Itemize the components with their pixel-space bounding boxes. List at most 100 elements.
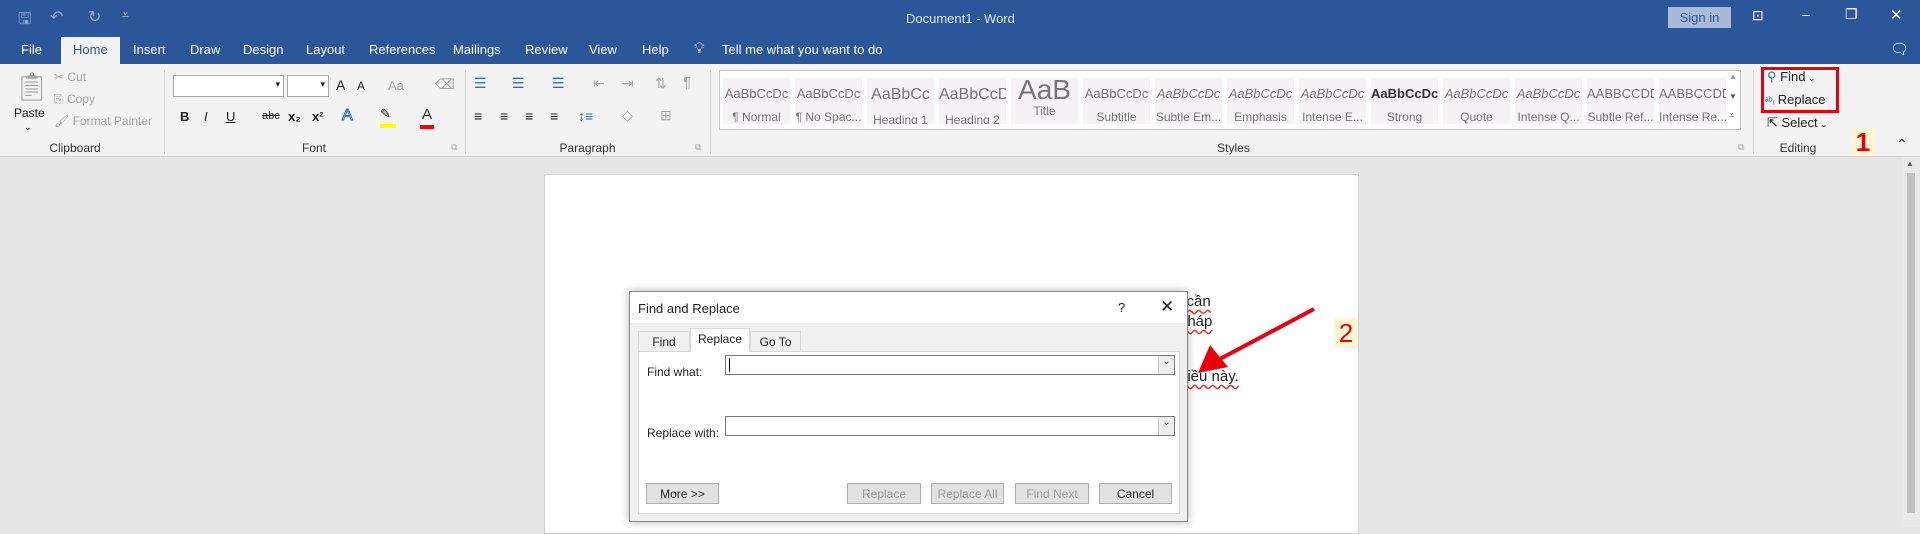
style-item[interactable]: AaBbCcDc Strong (1371, 78, 1438, 124)
font-color-button[interactable]: A (422, 106, 432, 123)
decrease-indent-icon[interactable]: ⇤ (593, 75, 605, 92)
save-icon[interactable]: 🖫 (18, 8, 32, 35)
styles-dialog-launcher-icon[interactable]: ⧉ (1738, 142, 1744, 153)
style-item[interactable]: AaBbCcDc Quote (1443, 78, 1510, 124)
tell-me-search[interactable]: Tell me what you want to do (722, 42, 882, 57)
style-item[interactable]: AaBbCcD Heading 2 (939, 78, 1006, 124)
minimize-icon[interactable]: – (1802, 6, 1810, 22)
cancel-button[interactable]: Cancel (1099, 483, 1172, 504)
grow-font-button[interactable]: A (336, 77, 345, 93)
font-name-combo[interactable]: ▾ (173, 75, 284, 97)
collapse-ribbon-icon[interactable]: ⌃ (1896, 136, 1908, 153)
style-item[interactable]: AaBbCcDc Intense E... (1299, 78, 1366, 124)
find-next-button[interactable]: Find Next (1015, 483, 1089, 504)
find-what-input[interactable]: ⌄ (725, 355, 1175, 375)
style-item[interactable]: AaBbCcDc ¶ No Spac... (795, 78, 862, 124)
style-item[interactable]: AABBCCDD Subtle Ref... (1587, 78, 1654, 124)
bold-button[interactable]: B (180, 109, 189, 124)
borders-icon[interactable]: ⊞ (660, 107, 672, 124)
shrink-font-button[interactable]: A (357, 79, 365, 93)
paste-icon[interactable]: 📋︎ (14, 70, 50, 103)
select-button[interactable]: ⇱ Select ⌄ (1767, 115, 1828, 131)
paragraph-dialog-launcher-icon[interactable]: ⧉ (695, 142, 701, 153)
replace-with-input[interactable]: ⌄ (725, 416, 1175, 436)
copy-button[interactable]: ⎘ Copy (54, 92, 95, 107)
increase-indent-icon[interactable]: ⇥ (622, 75, 634, 92)
tab-home[interactable]: Home (61, 37, 120, 64)
show-formatting-button[interactable]: ¶ (683, 74, 691, 91)
tab-find[interactable]: Find (638, 331, 690, 351)
help-button[interactable]: ? (1118, 300, 1125, 315)
multilevel-list-icon[interactable]: ☰ (552, 75, 565, 92)
align-center-icon[interactable]: ≡ (500, 108, 508, 124)
style-item[interactable]: AaBbCcDc ¶ Normal (723, 78, 790, 124)
superscript-button[interactable]: x² (312, 109, 324, 124)
replace-all-button[interactable]: Replace All (931, 483, 1004, 504)
clear-formatting-icon[interactable]: ⌫ (435, 76, 455, 93)
italic-button[interactable]: I (204, 109, 208, 124)
cut-button[interactable]: ✂ Cut (54, 70, 86, 84)
vertical-scrollbar[interactable]: ▲ (1902, 157, 1920, 527)
dialog-title: Find and Replace (638, 301, 740, 316)
font-size-combo[interactable]: ▾ (287, 75, 329, 97)
tab-file[interactable]: File (21, 42, 42, 57)
comments-icon[interactable]: 🗨︎ (1890, 40, 1909, 58)
replace-dropdown-icon[interactable]: ⌄ (1158, 417, 1174, 435)
style-name: Intense Re... (1659, 110, 1726, 124)
tab-draw[interactable]: Draw (190, 42, 220, 57)
shading-icon[interactable]: ◇ (622, 107, 633, 124)
paste-dropdown-icon[interactable]: ⌄ (24, 122, 32, 133)
justify-icon[interactable]: ≡ (550, 108, 558, 124)
subscript-button[interactable]: x₂ (288, 109, 301, 124)
style-item[interactable]: AaBbCcDc Subtle Em... (1155, 78, 1222, 124)
close-icon[interactable]: ✕ (1890, 6, 1903, 24)
redo-icon[interactable]: ↻ (88, 7, 101, 27)
underline-button[interactable]: U (226, 109, 235, 124)
ribbon-display-options-icon[interactable]: ⊡ (1752, 7, 1764, 24)
strikethrough-button[interactable]: abc (262, 110, 280, 122)
format-painter-button[interactable]: 🖌︎ Format Painter (54, 114, 152, 128)
paragraph-group-label: Paragraph (559, 141, 616, 155)
sort-icon[interactable]: ⇅ (655, 75, 667, 92)
gallery-more-icon[interactable]: ⩡ (1729, 110, 1734, 121)
font-dialog-launcher-icon[interactable]: ⧉ (451, 142, 457, 153)
paste-button[interactable]: Paste (14, 106, 45, 120)
tab-replace[interactable]: Replace (690, 328, 750, 352)
replace-button-dialog[interactable]: Replace (847, 483, 921, 504)
customize-toolbar-icon[interactable]: ⩡ (122, 8, 129, 23)
scrollbar-thumb[interactable] (1907, 173, 1915, 513)
gallery-scroll-up-icon[interactable]: ▲ (1729, 72, 1737, 81)
style-item[interactable]: AaBbCcDc Subtitle (1083, 78, 1150, 124)
style-name: ¶ No Spac... (795, 110, 862, 124)
gallery-scroll-down-icon[interactable]: ▼ (1729, 92, 1737, 101)
copy-icon: ⎘ (54, 92, 67, 106)
text-effects-button[interactable]: A (342, 107, 354, 125)
align-left-icon[interactable]: ≡ (474, 108, 482, 124)
change-case-button[interactable]: Aa (388, 78, 404, 93)
bullets-icon[interactable]: ☰ (474, 75, 487, 92)
undo-icon[interactable]: ↶ (50, 7, 63, 27)
tab-design[interactable]: Design (243, 42, 283, 57)
more-button[interactable]: More >> (646, 483, 719, 504)
tab-insert[interactable]: Insert (133, 42, 166, 57)
align-right-icon[interactable]: ≡ (525, 108, 533, 124)
tab-mailings[interactable]: Mailings (453, 42, 501, 57)
tab-view[interactable]: View (589, 42, 617, 57)
style-item[interactable]: AaBbCcDc Emphasis (1227, 78, 1294, 124)
tab-layout[interactable]: Layout (306, 42, 345, 57)
find-dropdown-icon[interactable]: ⌄ (1158, 356, 1174, 374)
style-item[interactable]: AaBbCcDc Intense Q... (1515, 78, 1582, 124)
line-spacing-icon[interactable]: ↕≡ (578, 108, 593, 124)
tab-references[interactable]: References (369, 42, 435, 57)
dialog-close-icon[interactable]: ✕ (1160, 297, 1174, 317)
style-item[interactable]: AaB Title (1011, 78, 1078, 124)
sign-in-button[interactable]: Sign in (1668, 7, 1731, 28)
tab-help[interactable]: Help (642, 42, 669, 57)
tab-goto[interactable]: Go To (750, 331, 801, 351)
style-item[interactable]: AABBCCDD Intense Re... (1659, 78, 1726, 124)
highlight-button[interactable]: ✎ (380, 106, 396, 128)
style-item[interactable]: AaBbCc Heading 1 (867, 78, 934, 124)
restore-icon[interactable]: ❐ (1845, 6, 1858, 23)
tab-review[interactable]: Review (525, 42, 568, 57)
numbering-icon[interactable]: ☰ (512, 75, 525, 92)
